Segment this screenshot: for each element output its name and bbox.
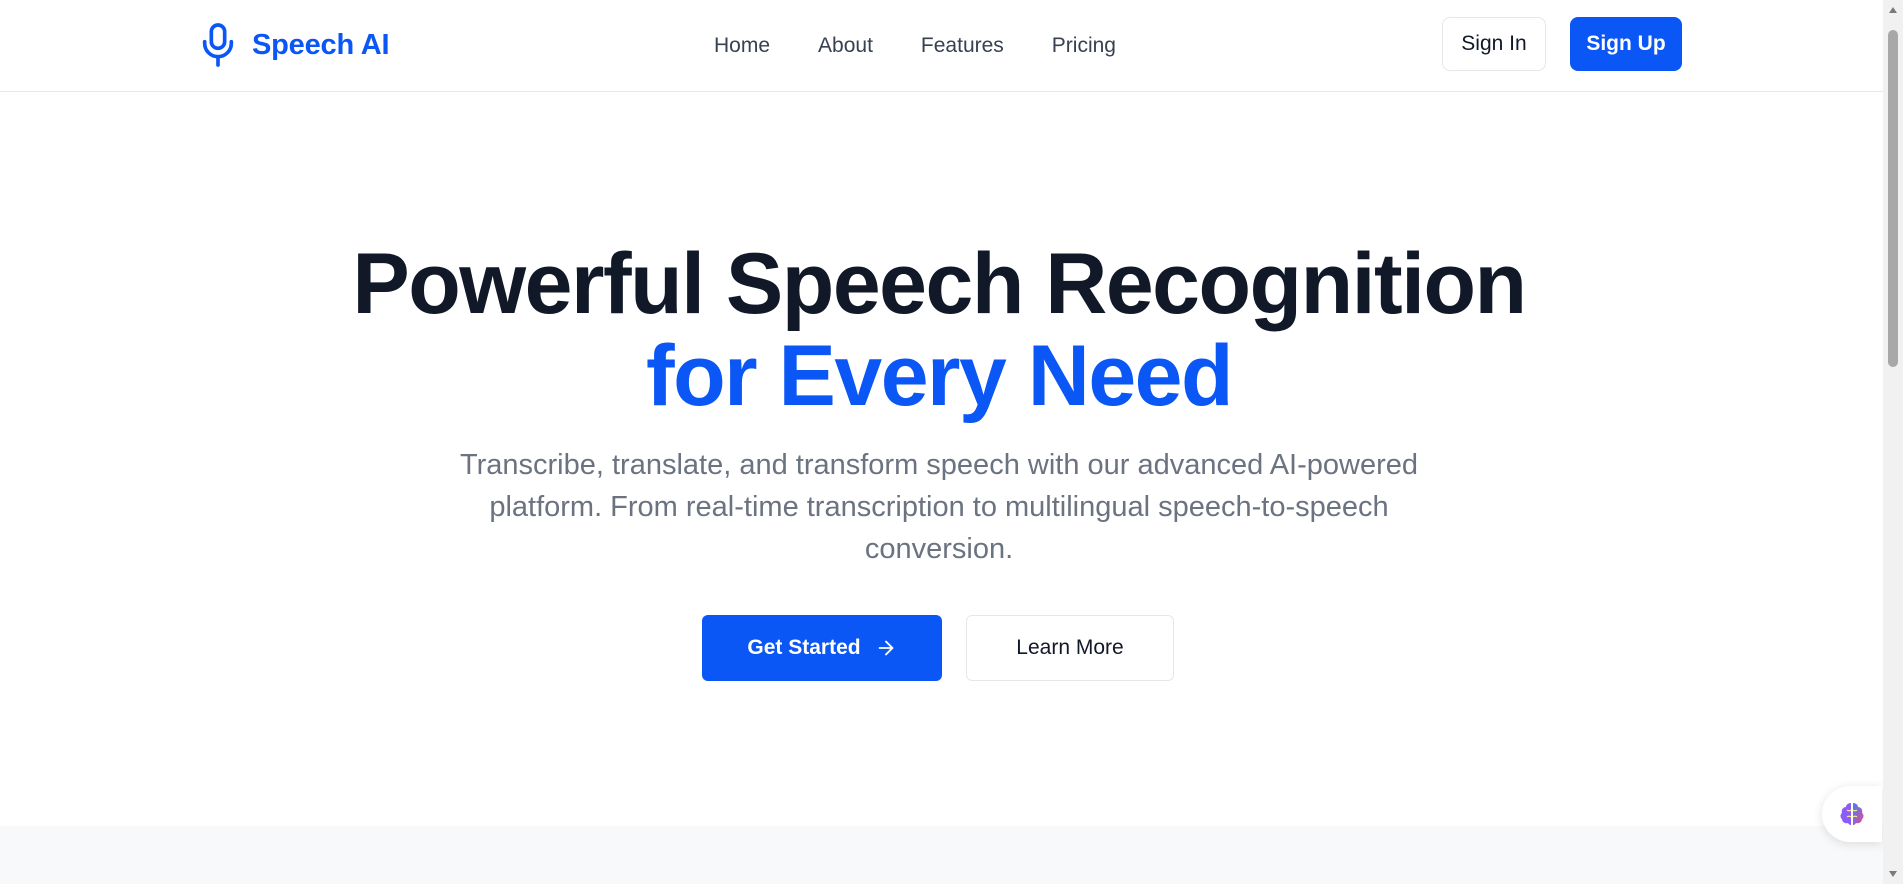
learn-more-button[interactable]: Learn More: [966, 615, 1174, 681]
main-nav: Home About Features Pricing: [714, 26, 1116, 66]
nav-item-features[interactable]: Features: [921, 34, 1004, 58]
assistant-widget-button[interactable]: [1822, 786, 1882, 842]
get-started-label: Get Started: [747, 636, 861, 659]
brand-name: Speech AI: [252, 28, 390, 61]
scroll-up-arrow-icon[interactable]: [1883, 0, 1903, 20]
hero-title: Powerful Speech Recognition for Every Ne…: [0, 238, 1878, 422]
get-started-button[interactable]: Get Started: [702, 615, 942, 681]
nav-item-home[interactable]: Home: [714, 34, 770, 58]
nav-item-pricing[interactable]: Pricing: [1052, 34, 1116, 58]
brand-logo-link[interactable]: Speech AI: [198, 20, 390, 70]
landing-page: Speech AI Home About Features Pricing Si…: [0, 0, 1883, 884]
browser-viewport: Speech AI Home About Features Pricing Si…: [0, 0, 1903, 884]
next-section: [0, 826, 1883, 884]
hero-title-line-1: Powerful Speech Recognition: [352, 236, 1527, 332]
arrow-right-icon: [878, 640, 893, 656]
hero-subtitle: Transcribe, translate, and transform spe…: [459, 449, 1419, 565]
nav-item-about[interactable]: About: [818, 34, 873, 58]
scroll-down-arrow-icon[interactable]: [1883, 864, 1903, 884]
sign-up-button[interactable]: Sign Up: [1570, 17, 1682, 71]
page-scrollbar[interactable]: [1883, 0, 1903, 884]
sign-in-button[interactable]: Sign In: [1442, 17, 1546, 71]
scrollbar-thumb[interactable]: [1888, 30, 1898, 367]
microphone-icon: [202, 23, 234, 67]
hero-title-line-2: for Every Need: [645, 328, 1234, 424]
brain-icon: [1840, 803, 1864, 825]
site-header: Speech AI Home About Features Pricing Si…: [0, 0, 1883, 92]
